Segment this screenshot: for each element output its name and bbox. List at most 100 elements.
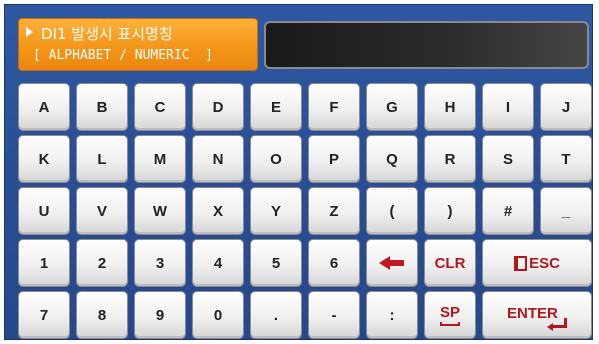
- key-0-8[interactable]: I: [482, 83, 534, 131]
- key-0-1[interactable]: B: [76, 83, 128, 131]
- key-0-0[interactable]: A: [18, 83, 70, 131]
- key-1-2[interactable]: M: [134, 135, 186, 183]
- book-icon: [514, 255, 528, 271]
- key-label: C: [154, 98, 166, 116]
- escape-key[interactable]: ESC: [482, 239, 592, 287]
- key-4-5[interactable]: -: [308, 291, 360, 339]
- key-label: H: [444, 98, 456, 116]
- key-label: 1: [39, 254, 49, 272]
- key-1-0[interactable]: K: [18, 135, 70, 183]
- key-label: 6: [329, 254, 339, 272]
- key-1-5[interactable]: P: [308, 135, 360, 183]
- key-0-2[interactable]: C: [134, 83, 186, 131]
- key-label: U: [38, 202, 50, 220]
- key-0-5[interactable]: F: [308, 83, 360, 131]
- field-title: DI1 발생시 표시명칭: [41, 25, 173, 43]
- key-2-3[interactable]: X: [192, 187, 244, 235]
- key-1-4[interactable]: O: [250, 135, 302, 183]
- key-label: O: [270, 150, 282, 168]
- key-3-5[interactable]: 6: [308, 239, 360, 287]
- key-2-7[interactable]: ): [424, 187, 476, 235]
- key-label: V: [96, 202, 107, 220]
- key-3-2[interactable]: 3: [134, 239, 186, 287]
- key-4-1[interactable]: 8: [76, 291, 128, 339]
- left-arrow-icon: [379, 256, 405, 270]
- clear-key[interactable]: CLR: [424, 239, 476, 287]
- key-0-7[interactable]: H: [424, 83, 476, 131]
- triangle-right-icon: [26, 27, 33, 37]
- key-label: 4: [213, 254, 223, 272]
- key-1-3[interactable]: N: [192, 135, 244, 183]
- key-label: Y: [270, 202, 281, 220]
- key-label: D: [212, 98, 224, 116]
- key-label: -: [331, 306, 337, 324]
- key-2-8[interactable]: #: [482, 187, 534, 235]
- key-label: 7: [39, 306, 49, 324]
- key-4-3[interactable]: 0: [192, 291, 244, 339]
- key-label: P: [328, 150, 339, 168]
- key-4-2[interactable]: 9: [134, 291, 186, 339]
- key-label: I: [505, 98, 511, 116]
- key-label: G: [386, 98, 398, 116]
- key-4-0[interactable]: 7: [18, 291, 70, 339]
- key-1-8[interactable]: S: [482, 135, 534, 183]
- key-label: Q: [386, 150, 398, 168]
- key-label: N: [212, 150, 224, 168]
- key-label: #: [503, 202, 513, 220]
- key-2-6[interactable]: (: [366, 187, 418, 235]
- key-label: 5: [271, 254, 281, 272]
- key-label: X: [212, 202, 223, 220]
- key-4-6[interactable]: :: [366, 291, 418, 339]
- input-mode-label: [ ALPHABET / NUMERIC ]: [33, 48, 214, 63]
- key-label: J: [561, 98, 571, 116]
- backspace-key[interactable]: [366, 239, 418, 287]
- key-0-9[interactable]: J: [540, 83, 592, 131]
- key-label: A: [38, 98, 50, 116]
- key-label: ): [447, 202, 453, 220]
- space-icon: [439, 321, 460, 326]
- key-4-4[interactable]: .: [250, 291, 302, 339]
- key-0-3[interactable]: D: [192, 83, 244, 131]
- key-label: 0: [213, 306, 223, 324]
- key-3-3[interactable]: 4: [192, 239, 244, 287]
- enter-icon: [547, 318, 567, 331]
- key-1-7[interactable]: R: [424, 135, 476, 183]
- key-2-5[interactable]: Z: [308, 187, 360, 235]
- key-label: _: [561, 202, 571, 220]
- key-label: M: [153, 150, 167, 168]
- key-label: W: [152, 202, 168, 220]
- esc-label: ESC: [529, 254, 560, 272]
- key-1-9[interactable]: T: [540, 135, 592, 183]
- key-3-1[interactable]: 2: [76, 239, 128, 287]
- key-label: 2: [97, 254, 107, 272]
- key-label: T: [561, 150, 571, 168]
- key-label: (: [389, 202, 395, 220]
- key-2-9[interactable]: _: [540, 187, 592, 235]
- key-1-6[interactable]: Q: [366, 135, 418, 183]
- key-3-4[interactable]: 5: [250, 239, 302, 287]
- key-0-4[interactable]: E: [250, 83, 302, 131]
- input-display: [264, 21, 589, 69]
- keyboard-screen: DI1 발생시 표시명칭 [ ALPHABET / NUMERIC ] A B C D…: [4, 4, 593, 340]
- key-2-1[interactable]: V: [76, 187, 128, 235]
- key-label: .: [273, 306, 279, 324]
- enter-key[interactable]: ENTER: [482, 291, 592, 339]
- key-label: B: [96, 98, 108, 116]
- key-0-6[interactable]: G: [366, 83, 418, 131]
- key-1-1[interactable]: L: [76, 135, 128, 183]
- key-label: 9: [155, 306, 165, 324]
- clr-label: CLR: [434, 254, 466, 272]
- key-label: L: [97, 150, 107, 168]
- key-3-0[interactable]: 1: [18, 239, 70, 287]
- key-2-4[interactable]: Y: [250, 187, 302, 235]
- key-label: E: [270, 98, 281, 116]
- key-2-0[interactable]: U: [18, 187, 70, 235]
- sp-label: SP: [439, 303, 460, 321]
- space-key[interactable]: SP: [424, 291, 476, 339]
- key-label: S: [502, 150, 513, 168]
- key-label: 3: [155, 254, 165, 272]
- key-label: F: [329, 98, 339, 116]
- key-label: 8: [97, 306, 107, 324]
- field-title-box: DI1 발생시 표시명칭 [ ALPHABET / NUMERIC ]: [18, 18, 258, 71]
- key-2-2[interactable]: W: [134, 187, 186, 235]
